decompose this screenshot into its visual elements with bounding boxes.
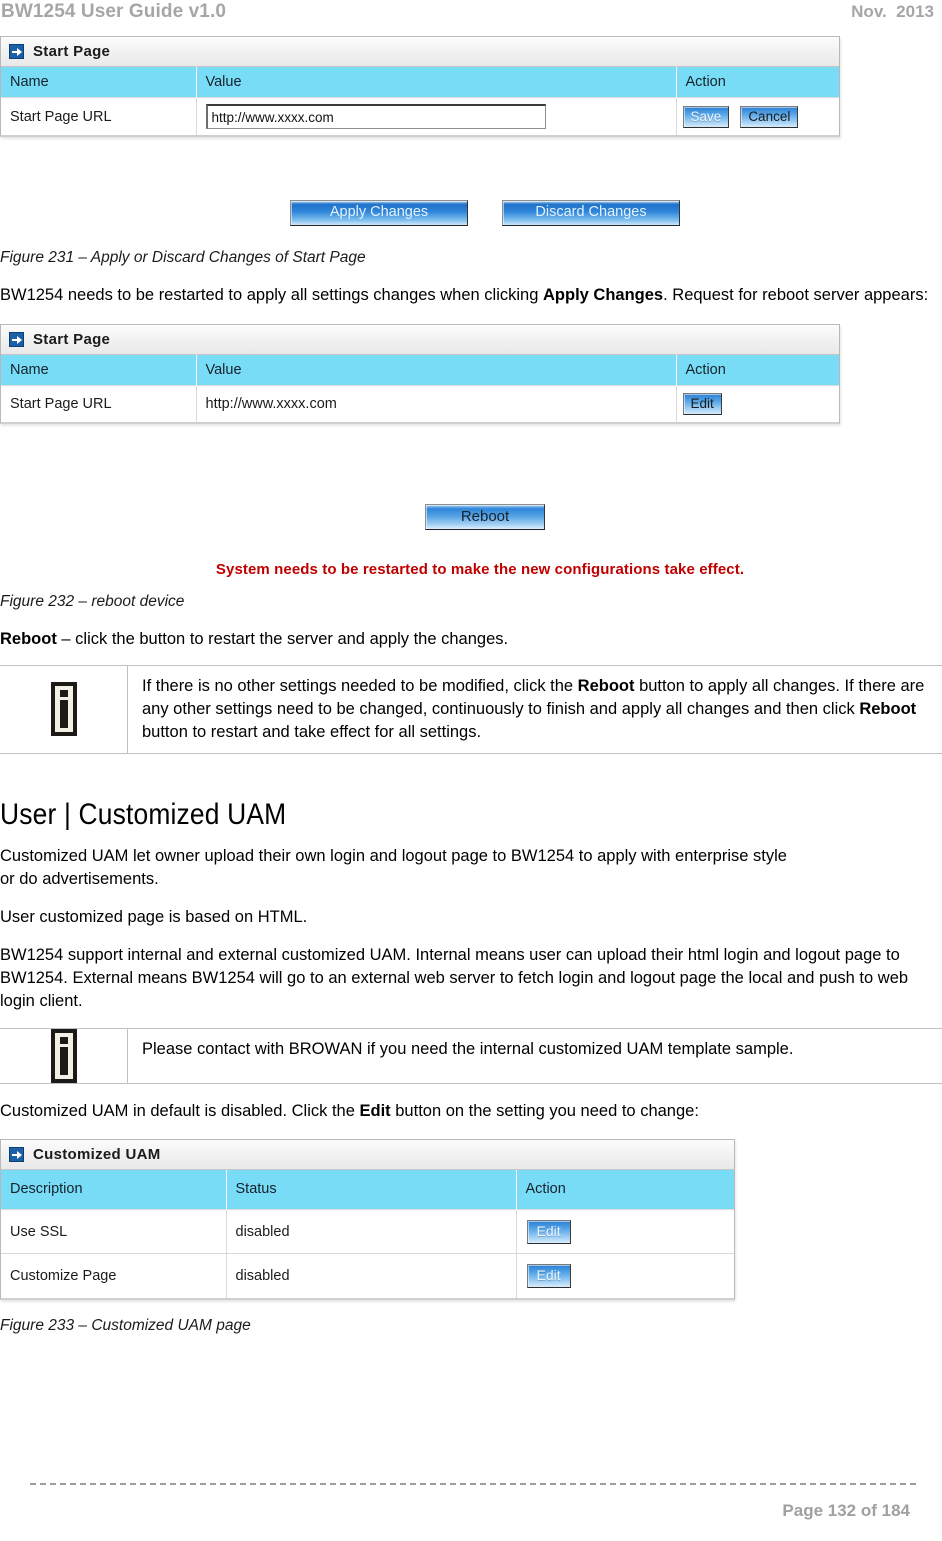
table-header-row: Description Status Action (1, 1169, 734, 1210)
note-text-reboot: If there is no other settings needed to … (128, 666, 942, 753)
note-icon-cell (0, 665, 128, 753)
info-icon (50, 682, 77, 736)
start-page-url-cell (196, 97, 677, 135)
table-row: Start Page URL http://www.xxxx.com Edit (1, 385, 839, 422)
table-header-row: Name Value Action (1, 67, 839, 98)
reboot-button-row: Reboot (0, 503, 942, 530)
edit-button-use-ssl[interactable]: Edit (526, 1219, 571, 1244)
start-page-url-value: http://www.xxxx.com (196, 385, 677, 422)
column-header-action: Action (676, 355, 839, 386)
figure-233-caption: Figure 233 – Customized UAM page (0, 1316, 251, 1334)
customized-uam-table: Description Status Action Use SSL disabl… (1, 1169, 734, 1298)
info-icon (50, 1028, 77, 1083)
figure-232-caption: Figure 232 – reboot device (0, 592, 185, 610)
page-title: User | Customized UAM (0, 797, 287, 831)
start-page-view-panel: Start Page Name Value Action Start Page … (0, 324, 840, 424)
edit-button[interactable]: Edit (682, 392, 722, 415)
table-row: Start Page URL Save Cancel (1, 97, 839, 135)
note-box-reboot: If there is no other settings needed to … (0, 664, 942, 754)
column-header-name: Name (1, 67, 197, 98)
column-header-description: Description (1, 1169, 227, 1210)
panel-title-bar: Start Page (1, 325, 839, 355)
page-number: Page 132 of 184 (782, 1501, 910, 1520)
para-reboot-bold: Reboot (0, 629, 57, 648)
customized-uam-panel: Customized UAM Description Status Action… (0, 1138, 735, 1300)
page-content: Start Page Name Value Action Start Page … (0, 36, 942, 1336)
start-page-edit-panel: Start Page Name Value Action Start Page … (0, 36, 840, 137)
page-footer: Page 132 of 184 (0, 1469, 942, 1541)
para-uam4-part1: Customized UAM in default is disabled. C… (0, 1101, 360, 1120)
paragraph-uam-default-disabled: Customized UAM in default is disabled. C… (0, 1100, 942, 1123)
panel-title-text: Start Page (33, 43, 111, 60)
paragraph-uam-internal-external: BW1254 support internal and external cus… (0, 945, 909, 1010)
column-header-name: Name (1, 355, 197, 386)
uam-row-action-customize-page: Edit (516, 1253, 734, 1298)
arrow-right-box-icon (9, 44, 24, 59)
figure-231-caption: Figure 231 – Apply or Discard Changes of… (0, 249, 366, 266)
panel-title-bar: Customized UAM (1, 1139, 734, 1170)
column-header-value: Value (196, 355, 677, 386)
info-icon-stem (59, 1046, 68, 1075)
para-reboot-part2: – click the button to restart the server… (56, 629, 509, 648)
note-icon-cell (0, 1028, 128, 1083)
note-reboot-bold2: Reboot (859, 699, 917, 718)
paragraph-reboot-desc: Reboot – click the button to restart the… (0, 628, 942, 651)
info-icon-dot (59, 690, 68, 697)
info-icon-dot (59, 1036, 68, 1044)
para-restart-bold-apply-changes: Apply Changes (543, 286, 664, 304)
row-label-start-page-url: Start Page URL (1, 385, 197, 422)
panel-title-text: Start Page (33, 331, 111, 348)
info-icon-stem (59, 700, 68, 728)
running-header: BW1254 User Guide v1.0 Nov. 2013 (0, 0, 942, 30)
table-header-row: Name Value Action (1, 355, 839, 386)
arrow-right-box-icon (9, 1146, 24, 1162)
panel-title-bar: Start Page (1, 37, 839, 67)
para-uam4-part2: button on the setting you need to change… (390, 1101, 699, 1120)
apply-discard-row: Apply Changes Discard Changes (0, 189, 942, 237)
column-header-value: Value (196, 67, 677, 98)
start-page-url-input[interactable] (205, 104, 546, 129)
note-reboot-bold1: Reboot (577, 676, 635, 695)
table-row: Customize Page disabled Edit (1, 1253, 734, 1298)
footer-divider (30, 1483, 916, 1485)
document-date: Nov. 2013 (851, 2, 934, 21)
paragraph-restart-note: BW1254 needs to be restarted to apply al… (0, 284, 930, 307)
note-box-browan: Please contact with BROWAN if you need t… (0, 1027, 942, 1084)
table-row: Use SSL disabled Edit (1, 1209, 734, 1254)
note-text-browan: Please contact with BROWAN if you need t… (142, 1039, 794, 1058)
cancel-button[interactable]: Cancel (740, 105, 799, 128)
reboot-warning-text: System needs to be restarted to make the… (215, 560, 745, 578)
row-actions-cell: Save Cancel (676, 97, 839, 135)
para-restart-part2: . Request for reboot server appears: (663, 286, 929, 304)
panel-title-text: Customized UAM (33, 1145, 161, 1163)
reboot-button[interactable]: Reboot (425, 503, 545, 530)
paragraph-uam-html: User customized page is based on HTML. (0, 907, 308, 926)
start-page-view-table: Name Value Action Start Page URL http://… (1, 355, 839, 422)
uam-row-status-use-ssl: disabled (226, 1209, 517, 1254)
para-restart-part1: BW1254 needs to be restarted to apply al… (0, 286, 543, 304)
discard-changes-button[interactable]: Discard Changes (502, 200, 680, 226)
row-label-start-page-url: Start Page URL (1, 97, 197, 135)
column-header-action: Action (516, 1169, 734, 1210)
apply-changes-button[interactable]: Apply Changes (290, 200, 468, 226)
save-button[interactable]: Save (682, 105, 730, 128)
start-page-edit-table: Name Value Action Start Page URL Save Ca… (1, 67, 839, 135)
note-reboot-part3: button to restart and take effect for al… (142, 722, 482, 741)
uam-row-description-use-ssl: Use SSL (1, 1209, 227, 1254)
edit-button-customize-page[interactable]: Edit (526, 1263, 571, 1288)
uam-row-action-use-ssl: Edit (516, 1209, 734, 1254)
note-reboot-part1: If there is no other settings needed to … (142, 676, 578, 695)
paragraph-uam-intro: Customized UAM let owner upload their ow… (0, 846, 787, 888)
column-header-action: Action (676, 67, 839, 98)
arrow-right-box-icon (9, 332, 24, 347)
document-title: BW1254 User Guide v1.0 (1, 1, 227, 22)
uam-row-status-customize-page: disabled (226, 1253, 517, 1298)
column-header-status: Status (226, 1169, 517, 1210)
uam-row-description-customize-page: Customize Page (1, 1253, 227, 1298)
para-uam4-bold-edit: Edit (359, 1101, 391, 1120)
row-actions-cell: Edit (676, 385, 839, 422)
